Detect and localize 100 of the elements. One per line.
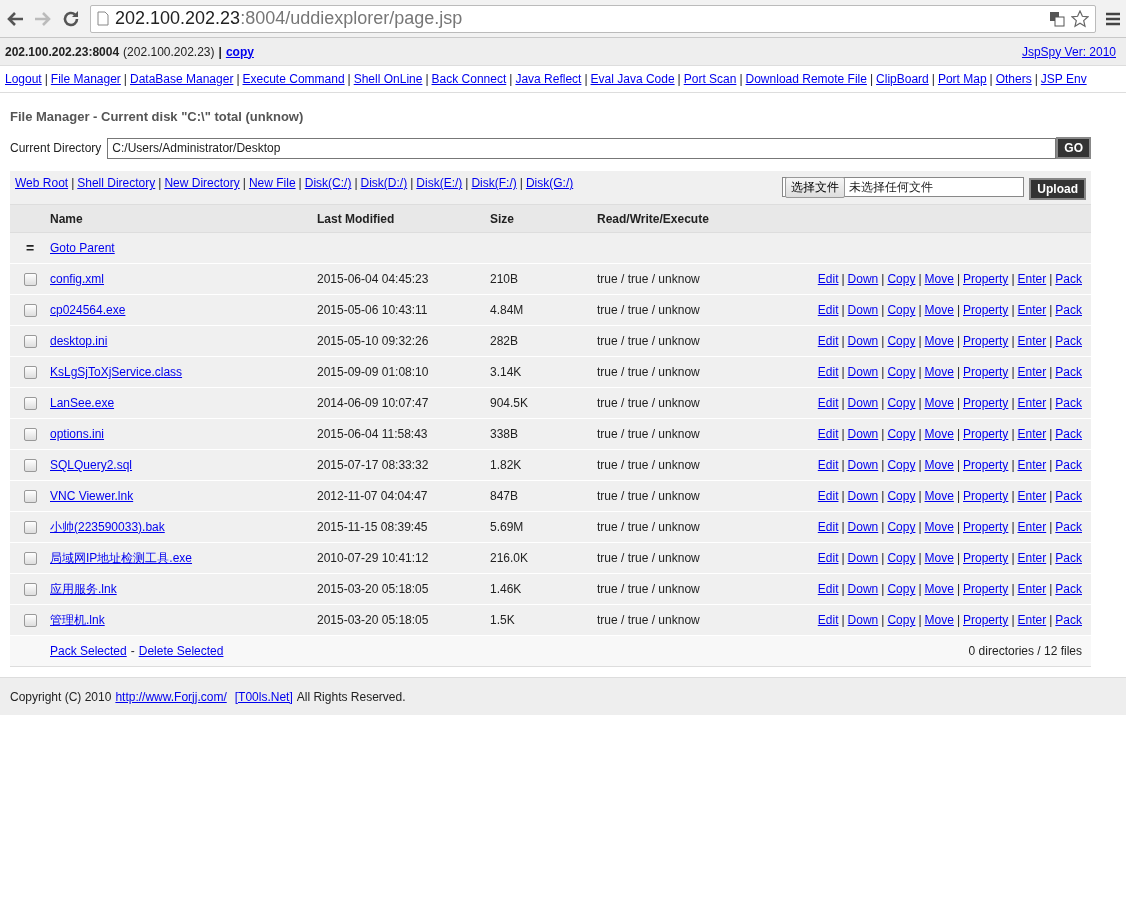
action-link[interactable]: Move <box>924 520 954 534</box>
checkbox[interactable] <box>23 520 37 534</box>
action-link[interactable]: Pack <box>1055 396 1082 410</box>
action-link[interactable]: Pack <box>1055 272 1082 286</box>
nav-link[interactable]: Java Reflect <box>515 72 582 86</box>
nav-link[interactable]: JSP Env <box>1040 72 1087 86</box>
action-link[interactable]: Property <box>963 613 1009 627</box>
action-link[interactable]: Enter <box>1017 551 1047 565</box>
star-icon[interactable] <box>1071 9 1089 28</box>
nav-link[interactable]: Others <box>995 72 1032 86</box>
checkbox[interactable] <box>23 551 37 565</box>
action-link[interactable]: Copy <box>887 365 916 379</box>
action-link[interactable]: Property <box>963 458 1009 472</box>
checkbox[interactable] <box>23 458 37 472</box>
nav-link[interactable]: Port Scan <box>683 72 737 86</box>
action-link[interactable]: Pack <box>1055 489 1082 503</box>
action-link[interactable]: Copy <box>887 396 916 410</box>
action-link[interactable]: Move <box>924 582 954 596</box>
action-link[interactable]: Down <box>847 582 879 596</box>
action-link[interactable]: Pack <box>1055 551 1082 565</box>
action-link[interactable]: Enter <box>1017 365 1047 379</box>
nav-link[interactable]: Download Remote File <box>745 72 867 86</box>
delete-selected-link[interactable]: Delete Selected <box>138 644 224 658</box>
nav-link[interactable]: Port Map <box>937 72 987 86</box>
nav-link[interactable]: ClipBoard <box>876 72 929 86</box>
action-link[interactable]: Down <box>847 427 879 441</box>
choose-file-button[interactable]: 选择文件 <box>785 176 846 198</box>
action-link[interactable]: Copy <box>887 272 916 286</box>
copy-link[interactable]: copy <box>225 44 254 59</box>
action-link[interactable]: Property <box>963 427 1009 441</box>
action-link[interactable]: Edit <box>817 520 839 534</box>
action-link[interactable]: Edit <box>817 272 839 286</box>
action-link[interactable]: Copy <box>887 458 916 472</box>
action-link[interactable]: Edit <box>817 303 839 317</box>
action-link[interactable]: Property <box>963 303 1009 317</box>
action-link[interactable]: Down <box>847 458 879 472</box>
action-link[interactable]: Edit <box>817 489 839 503</box>
action-link[interactable]: Move <box>924 396 954 410</box>
action-link[interactable]: Enter <box>1017 334 1047 348</box>
checkbox[interactable] <box>23 272 37 286</box>
action-link[interactable]: Edit <box>817 334 839 348</box>
checkbox[interactable] <box>23 582 37 596</box>
checkbox[interactable] <box>23 489 37 503</box>
action-link[interactable]: Down <box>847 303 879 317</box>
action-link[interactable]: Move <box>924 272 954 286</box>
back-arrow-icon[interactable] <box>6 10 24 27</box>
file-name-link[interactable]: VNC Viewer.lnk <box>50 489 317 503</box>
nav-link[interactable]: Back Connect <box>431 72 507 86</box>
upload-button[interactable]: Upload <box>1029 178 1086 200</box>
nav-link[interactable]: Eval Java Code <box>590 72 675 86</box>
file-name-link[interactable]: SQLQuery2.sql <box>50 458 317 472</box>
checkbox[interactable] <box>23 613 37 627</box>
file-name-link[interactable]: cp024564.exe <box>50 303 317 317</box>
action-link[interactable]: Pack <box>1055 303 1082 317</box>
action-link[interactable]: Property <box>963 520 1009 534</box>
checkbox[interactable] <box>23 396 37 410</box>
action-link[interactable]: Move <box>924 365 954 379</box>
tools-link[interactable]: [T00ls.Net] <box>234 689 293 704</box>
action-link[interactable]: Pack <box>1055 365 1082 379</box>
file-name-link[interactable]: desktop.ini <box>50 334 317 348</box>
toolbar-link[interactable]: Disk(F:/) <box>471 176 517 190</box>
action-link[interactable]: Down <box>847 489 879 503</box>
toolbar-link[interactable]: New Directory <box>164 176 240 190</box>
action-link[interactable]: Pack <box>1055 520 1082 534</box>
nav-link[interactable]: DataBase Manager <box>130 72 234 86</box>
pack-selected-link[interactable]: Pack Selected <box>50 644 127 658</box>
toolbar-link[interactable]: Disk(C:/) <box>304 176 352 190</box>
reload-icon[interactable] <box>62 9 80 28</box>
action-link[interactable]: Enter <box>1017 582 1047 596</box>
action-link[interactable]: Edit <box>817 582 839 596</box>
action-link[interactable]: Move <box>924 551 954 565</box>
checkbox[interactable] <box>23 334 37 348</box>
action-link[interactable]: Copy <box>887 613 916 627</box>
file-name-link[interactable]: 小帅(223590033).bak <box>50 518 317 536</box>
nav-link[interactable]: Logout <box>5 72 42 86</box>
action-link[interactable]: Enter <box>1017 396 1047 410</box>
action-link[interactable]: Move <box>924 613 954 627</box>
action-link[interactable]: Property <box>963 551 1009 565</box>
toolbar-link[interactable]: Disk(G:/) <box>525 176 574 190</box>
action-link[interactable]: Edit <box>817 427 839 441</box>
go-button[interactable]: GO <box>1056 137 1091 159</box>
file-name-link[interactable]: KsLgSjToXjService.class <box>50 365 317 379</box>
action-link[interactable]: Pack <box>1055 582 1082 596</box>
file-name-link[interactable]: options.ini <box>50 427 317 441</box>
action-link[interactable]: Down <box>847 365 879 379</box>
action-link[interactable]: Property <box>963 334 1009 348</box>
file-name-link[interactable]: 应用服务.lnk <box>50 580 317 598</box>
action-link[interactable]: Enter <box>1017 489 1047 503</box>
action-link[interactable]: Move <box>924 427 954 441</box>
nav-link[interactable]: Shell OnLine <box>353 72 423 86</box>
action-link[interactable]: Pack <box>1055 458 1082 472</box>
site-link[interactable]: http://www.Forjj.com/ <box>115 689 227 704</box>
action-link[interactable]: Edit <box>817 365 839 379</box>
action-link[interactable]: Property <box>963 489 1009 503</box>
action-link[interactable]: Copy <box>887 520 916 534</box>
checkbox[interactable] <box>23 303 37 317</box>
action-link[interactable]: Copy <box>887 551 916 565</box>
action-link[interactable]: Enter <box>1017 427 1047 441</box>
toolbar-link[interactable]: Disk(E:/) <box>416 176 463 190</box>
action-link[interactable]: Enter <box>1017 303 1047 317</box>
